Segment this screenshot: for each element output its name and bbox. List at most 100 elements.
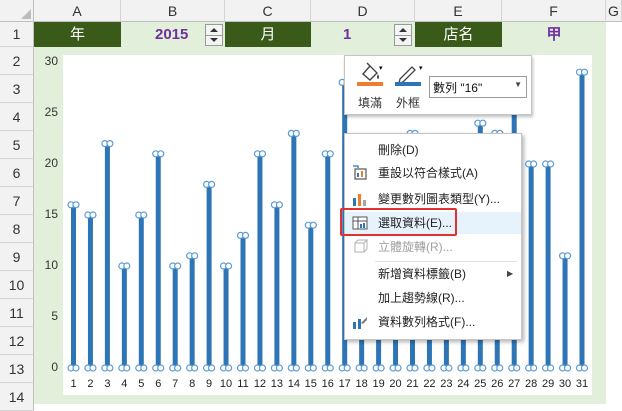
mini-toolbar: ▾ 填滿 ▾ 外框 數列 "16" ▼: [344, 55, 532, 115]
selection-handle[interactable]: [343, 364, 351, 372]
selection-handle[interactable]: [445, 364, 453, 372]
selection-handle[interactable]: [546, 160, 555, 168]
bar-13[interactable]: [274, 204, 280, 368]
bar-30[interactable]: [562, 255, 568, 368]
selection-handle[interactable]: [563, 252, 572, 260]
selection-handle[interactable]: [174, 262, 182, 270]
selection-handle[interactable]: [106, 140, 114, 148]
selection-handle[interactable]: [191, 252, 199, 260]
bar-2[interactable]: [87, 215, 93, 368]
x-tick-label: 6: [155, 378, 162, 390]
selection-handle[interactable]: [377, 364, 385, 372]
selection-handle[interactable]: [140, 211, 148, 219]
menu-item-delete[interactable]: 刪除(D): [345, 139, 521, 161]
bar-16[interactable]: [325, 153, 331, 368]
selection-handle[interactable]: [89, 211, 97, 219]
bar-7[interactable]: [172, 266, 178, 368]
x-tick-label: 5: [138, 378, 145, 390]
selection-handle[interactable]: [224, 262, 233, 270]
x-tick-label: 2: [87, 378, 94, 390]
selection-handle[interactable]: [411, 364, 419, 372]
bar-29[interactable]: [545, 164, 551, 368]
x-tick-label: 7: [172, 378, 179, 390]
selection-handle[interactable]: [106, 364, 114, 372]
chevron-down-icon: ▼: [514, 80, 522, 89]
outline-button[interactable]: ▾ 外框: [391, 60, 425, 112]
reset-style-icon: [353, 165, 367, 180]
menu-item-add-data-labels[interactable]: 新增資料標籤(B) ▶: [345, 263, 521, 285]
selection-handle[interactable]: [580, 364, 589, 372]
selection-handle[interactable]: [191, 364, 199, 372]
bar-3[interactable]: [104, 143, 110, 368]
selection-handle[interactable]: [275, 201, 283, 209]
selection-handle[interactable]: [546, 364, 555, 372]
selection-handle[interactable]: [462, 364, 470, 372]
menu-item-add-trendline[interactable]: 加上趨勢線(R)...: [345, 287, 521, 309]
selection-handle[interactable]: [496, 364, 504, 372]
bar-15[interactable]: [308, 225, 314, 368]
selection-handle[interactable]: [241, 231, 250, 239]
selection-handle[interactable]: [258, 150, 267, 158]
selection-handle[interactable]: [123, 364, 131, 372]
x-tick-label: 25: [474, 378, 487, 390]
selection-handle[interactable]: [174, 364, 182, 372]
selection-handle[interactable]: [360, 364, 368, 372]
selection-handle[interactable]: [479, 119, 487, 127]
selection-handle[interactable]: [479, 364, 487, 372]
fill-button[interactable]: ▾ 填滿: [353, 60, 387, 112]
selection-handle[interactable]: [224, 364, 233, 372]
x-tick-label: 31: [575, 378, 589, 390]
selection-handle[interactable]: [513, 364, 521, 372]
x-tick-label: 29: [541, 378, 555, 390]
menu-item-label: 變更數列圖表類型(Y)...: [378, 192, 500, 206]
selection-handle[interactable]: [326, 150, 334, 158]
dropdown-arrow-icon: ▾: [379, 65, 383, 72]
x-tick-label: 27: [508, 378, 521, 390]
menu-item-format-data-series[interactable]: 資料數列格式(F)...: [345, 311, 521, 333]
bar-31[interactable]: [579, 72, 585, 368]
selection-handle[interactable]: [157, 364, 165, 372]
bar-11[interactable]: [240, 235, 246, 368]
selection-handle[interactable]: [140, 364, 148, 372]
selection-handle[interactable]: [309, 364, 317, 372]
selection-handle[interactable]: [72, 201, 80, 209]
selection-handle[interactable]: [563, 364, 572, 372]
selection-handle[interactable]: [309, 221, 317, 229]
selection-handle[interactable]: [530, 364, 538, 372]
selection-handle[interactable]: [275, 364, 283, 372]
selection-handle[interactable]: [394, 364, 402, 372]
menu-item-label: 資料數列格式(F)...: [378, 315, 476, 329]
selection-handle[interactable]: [208, 364, 216, 372]
series-selector-dropdown[interactable]: 數列 "16" ▼: [429, 76, 527, 98]
selection-handle[interactable]: [258, 364, 267, 372]
selection-handle[interactable]: [326, 364, 334, 372]
bar-6[interactable]: [155, 153, 161, 368]
bar-12[interactable]: [257, 153, 263, 368]
bar-9[interactable]: [206, 184, 212, 368]
bar-14[interactable]: [291, 133, 297, 368]
selection-handle[interactable]: [123, 262, 131, 270]
x-tick-label: 24: [457, 378, 470, 390]
bar-1[interactable]: [71, 204, 76, 368]
x-tick-label: 22: [423, 378, 436, 390]
menu-item-change-chart-type[interactable]: 變更數列圖表類型(Y)...: [345, 188, 521, 210]
bar-10[interactable]: [223, 266, 229, 368]
bar-8[interactable]: [189, 255, 195, 368]
selection-handle[interactable]: [292, 364, 300, 372]
selection-handle[interactable]: [89, 364, 97, 372]
x-tick-label: 30: [558, 378, 572, 390]
menu-item-3d-rotation[interactable]: 立體旋轉(R)...: [345, 236, 521, 258]
selection-handle[interactable]: [580, 68, 589, 76]
menu-item-reset-style[interactable]: 重設以符合樣式(A): [345, 162, 521, 184]
selection-handle[interactable]: [157, 150, 165, 158]
selection-handle[interactable]: [292, 129, 300, 137]
selection-handle[interactable]: [208, 180, 216, 188]
selection-handle[interactable]: [530, 160, 538, 168]
bar-5[interactable]: [138, 215, 144, 368]
selection-handle[interactable]: [428, 364, 436, 372]
selection-handle[interactable]: [241, 364, 250, 372]
bar-28[interactable]: [528, 164, 534, 368]
selection-handle[interactable]: [72, 364, 80, 372]
x-tick-label: 14: [287, 378, 300, 390]
bar-4[interactable]: [121, 266, 127, 368]
